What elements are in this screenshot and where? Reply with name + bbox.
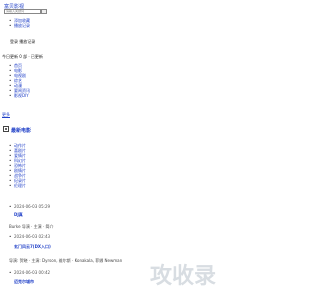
article-desc: Burke 导演 · 主演 · 简介 bbox=[9, 224, 54, 229]
category-list: 动作片 喜剧片 爱情片 科幻片 恐怖片 剧情片 战争片 纪录片 伦理片 bbox=[9, 143, 26, 188]
article-date-text: 2024-06-03 05:29 bbox=[14, 204, 51, 209]
login-link[interactable]: 登录 播放记录 bbox=[10, 39, 35, 45]
article-title[interactable]: DJ真 bbox=[14, 212, 289, 218]
article-date: 2024-06-03 05:29 bbox=[9, 204, 289, 209]
nav-item[interactable]: 影视DIY bbox=[9, 93, 30, 98]
article-date-text: 2024-06-03 00:42 bbox=[14, 270, 51, 275]
main-nav: 首页 电影 电视剧 综艺 动漫 要闻资讯 影视DIY bbox=[9, 63, 30, 98]
history-link[interactable]: 播放记录 bbox=[9, 23, 30, 28]
top-links: 添加收藏 播放记录 bbox=[9, 18, 30, 28]
article-item: 2024-06-03 02:43 bbox=[9, 234, 289, 244]
update-notice: 今日更新 0 部 · 已更新 bbox=[2, 54, 43, 59]
search-button[interactable] bbox=[41, 9, 47, 14]
more-link[interactable]: 更多 bbox=[2, 112, 10, 118]
article-item: 2024-06-03 05:29 DJ真 Burke 导演 · 主演 · 简介 bbox=[9, 204, 289, 229]
watermark-logo: 攻收录 bbox=[150, 263, 216, 288]
search-input[interactable]: 请输入关键词 bbox=[4, 9, 41, 14]
image-icon bbox=[3, 126, 9, 132]
article-date-text: 2024-06-03 02:43 bbox=[14, 234, 51, 239]
category-item[interactable]: 伦理片 bbox=[9, 183, 26, 188]
history-label[interactable]: 播放记录 bbox=[14, 23, 30, 28]
article-date: 2024-06-03 02:43 bbox=[9, 234, 289, 239]
watermark-text: 攻收录 bbox=[150, 263, 216, 288]
category-label[interactable]: 伦理片 bbox=[14, 183, 26, 188]
section-title[interactable]: 最新电影 bbox=[11, 127, 31, 134]
article-title[interactable]: 玄门风云7(DX入口) bbox=[14, 244, 289, 250]
nav-label[interactable]: 影视DIY bbox=[14, 93, 29, 98]
